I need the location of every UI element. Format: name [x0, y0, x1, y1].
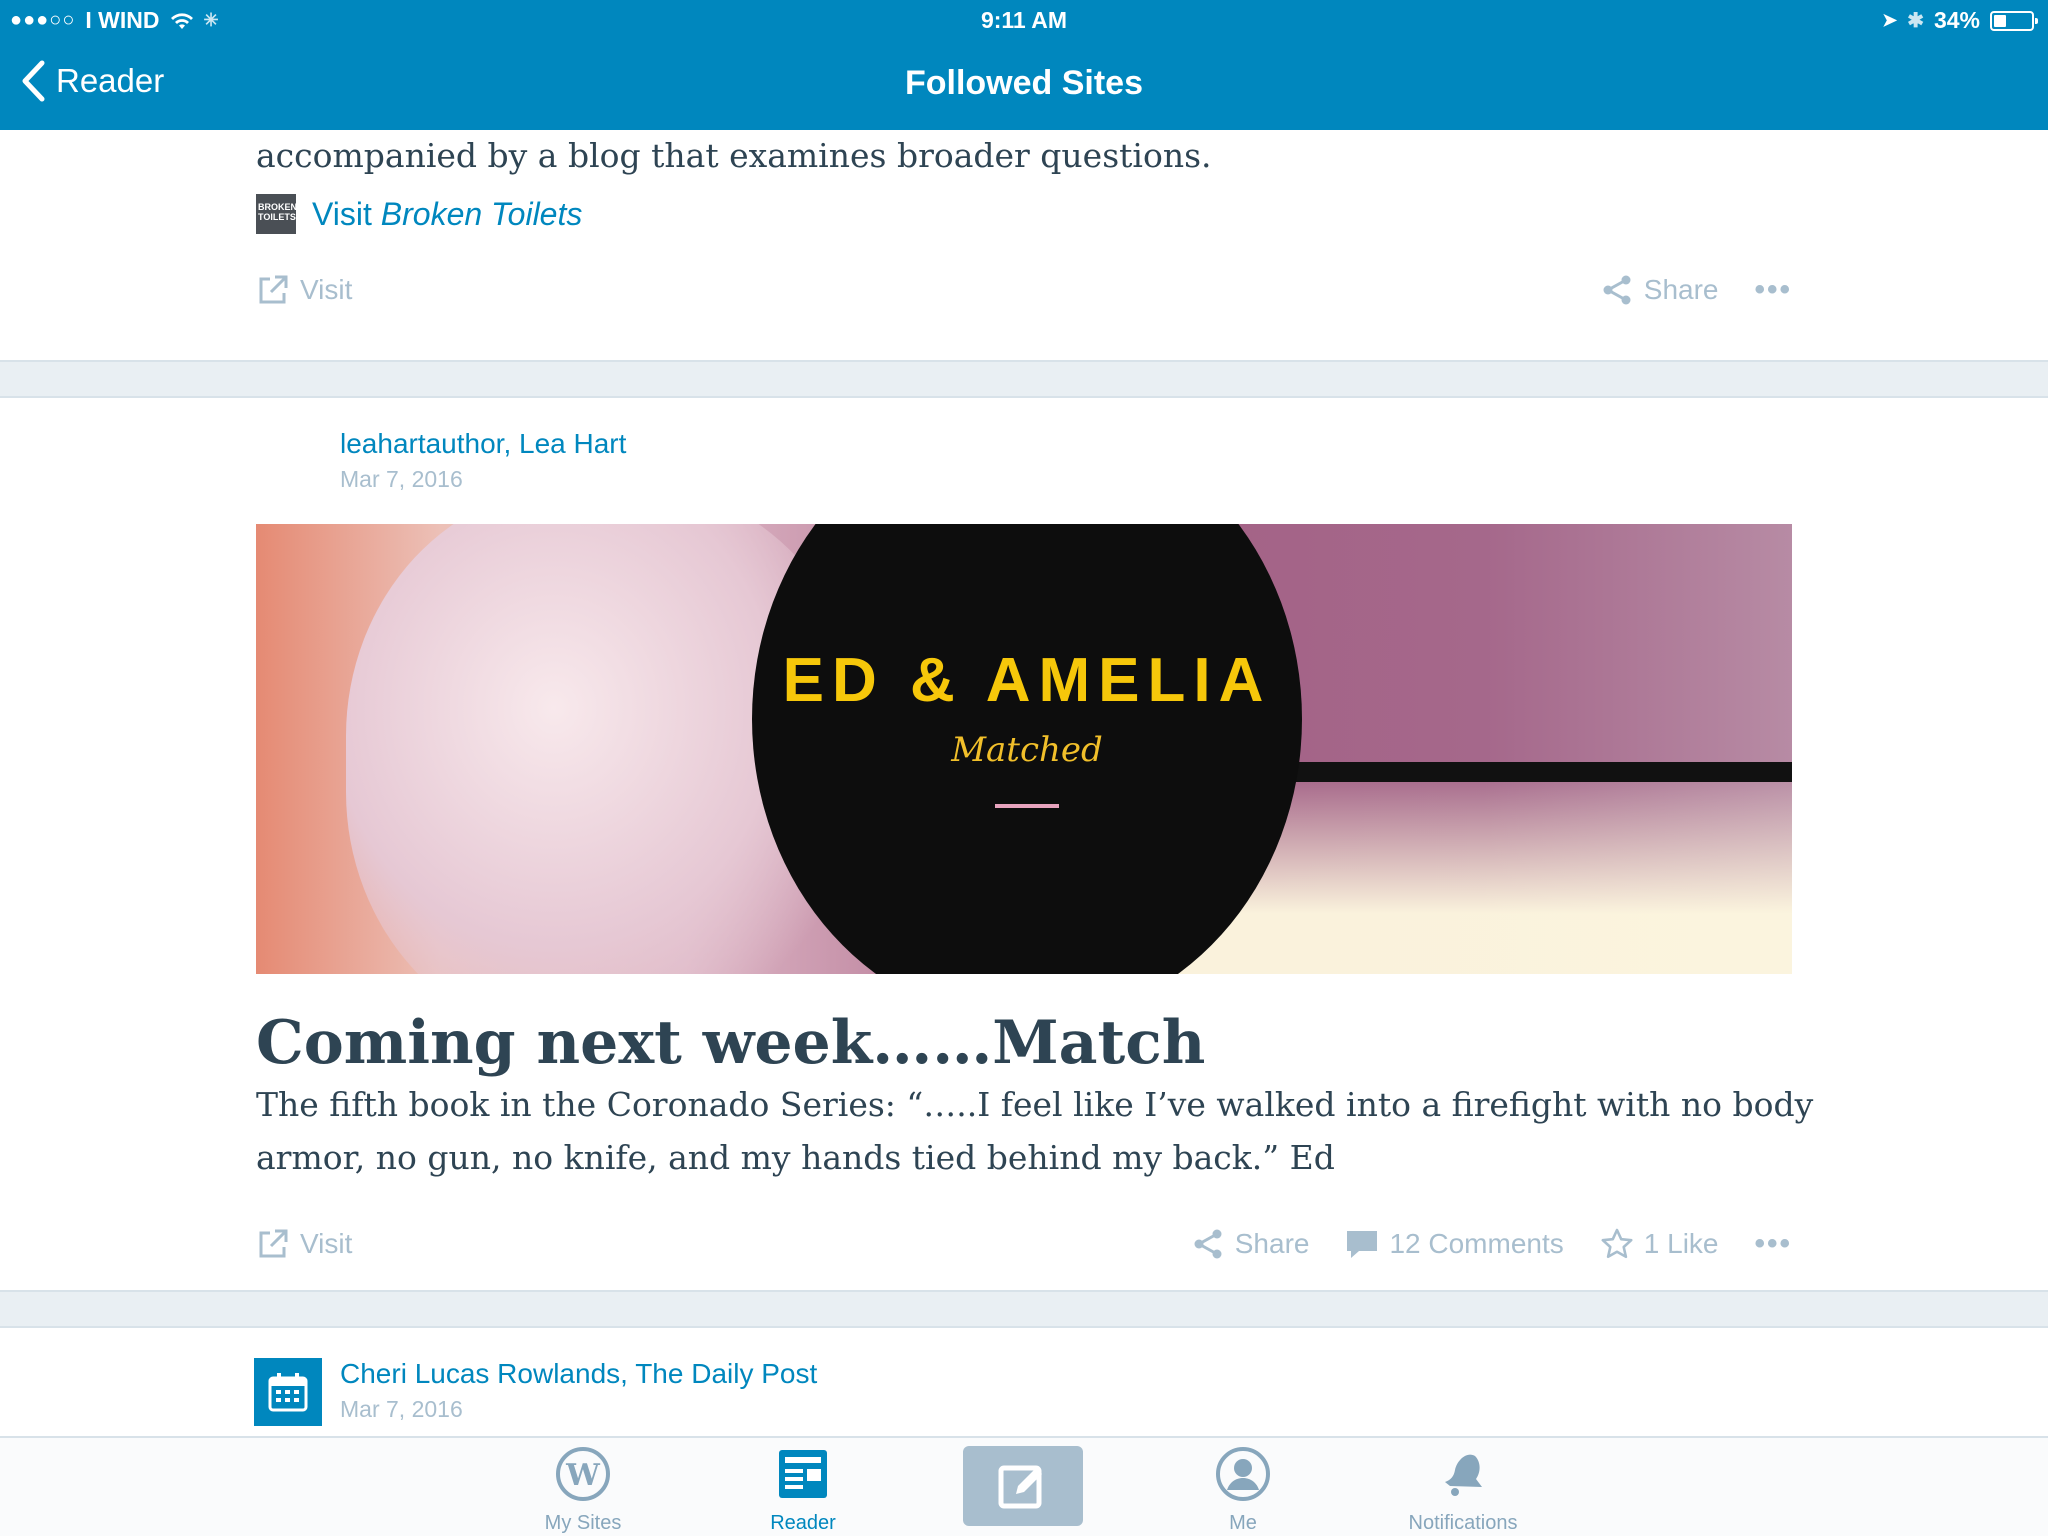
- share-icon: [1603, 275, 1631, 305]
- post-title[interactable]: Coming next week……Match: [256, 1008, 1205, 1078]
- wordpress-icon: W: [556, 1447, 610, 1501]
- visit-button[interactable]: Visit: [256, 273, 352, 307]
- image-divider: [995, 803, 1059, 808]
- bluetooth-icon: ✱: [1907, 10, 1924, 32]
- write-post-button[interactable]: [963, 1446, 1083, 1526]
- reader-icon: [779, 1450, 827, 1498]
- tab-me[interactable]: Me: [1163, 1446, 1323, 1535]
- share-icon: [1194, 1229, 1222, 1259]
- post-actions: Visit Share •••: [256, 270, 1792, 310]
- more-options-button[interactable]: •••: [1754, 273, 1792, 307]
- status-bar: ●●●○○ I WIND ✳ 9:11 AM ➤ ✱ 34%: [0, 0, 2048, 40]
- more-options-button[interactable]: •••: [1754, 1227, 1792, 1261]
- write-icon: [998, 1465, 1042, 1509]
- post-card: leahartauthor, Lea Hart Mar 7, 2016 ED &…: [0, 396, 2048, 1292]
- page-title: Followed Sites: [904, 64, 1144, 102]
- image-subtitle-text: Matched: [951, 729, 1103, 770]
- status-time: 9:11 AM: [980, 7, 1068, 33]
- location-icon: ➤: [1882, 10, 1898, 30]
- site-avatar: [254, 1358, 322, 1426]
- star-icon: [1601, 1228, 1633, 1259]
- image-badge: ED & AMELIA Matched: [752, 524, 1302, 974]
- tab-my-sites[interactable]: W My Sites: [503, 1446, 663, 1535]
- calendar-icon: [268, 1373, 308, 1412]
- post-actions: Visit Share 12 Comments 1 Like •••: [256, 1224, 1792, 1264]
- image-stripe: [1236, 762, 1792, 782]
- tab-bar: W My Sites Reader Me Notifications: [0, 1436, 2048, 1536]
- post-byline: Cheri Lucas Rowlands, The Daily Post Mar…: [340, 1358, 817, 1423]
- external-link-icon: [259, 1229, 288, 1258]
- post-date: Mar 7, 2016: [340, 466, 463, 492]
- battery-icon: [1990, 10, 2038, 31]
- post-excerpt: accompanied by a blog that examines broa…: [256, 136, 1212, 175]
- user-icon: [1216, 1447, 1270, 1501]
- post-author[interactable]: Cheri Lucas Rowlands, The Daily Post: [340, 1358, 817, 1390]
- post-card: accompanied by a blog that examines broa…: [0, 130, 2048, 362]
- svg-text:W: W: [565, 1458, 601, 1493]
- site-name: Broken Toilets: [380, 195, 583, 232]
- post-excerpt: The fifth book in the Coronado Series: “…: [256, 1085, 1814, 1177]
- visit-button[interactable]: Visit: [256, 1227, 352, 1261]
- site-thumbnail: BROKEN TOILETS: [256, 194, 296, 234]
- featured-image[interactable]: ED & AMELIA Matched: [256, 524, 1792, 974]
- status-right: ➤ ✱ 34%: [1882, 7, 2038, 34]
- bell-icon: [1445, 1454, 1482, 1496]
- nav-bar: Reader Followed Sites: [0, 40, 2048, 130]
- image-title-text: ED & AMELIA: [782, 645, 1272, 715]
- reader-feed[interactable]: accompanied by a blog that examines broa…: [0, 130, 2048, 1436]
- share-button[interactable]: Share: [1191, 1227, 1309, 1261]
- visit-site-link[interactable]: BROKEN TOILETS Visit Broken Toilets: [256, 194, 582, 234]
- post-author[interactable]: leahartauthor, Lea Hart: [340, 428, 626, 460]
- external-link-icon: [259, 275, 288, 304]
- post-card: Cheri Lucas Rowlands, The Daily Post Mar…: [0, 1326, 2048, 1436]
- comments-button[interactable]: 12 Comments: [1345, 1227, 1564, 1261]
- post-byline: leahartauthor, Lea Hart Mar 7, 2016: [340, 428, 626, 493]
- visit-site-text: Visit Broken Toilets: [312, 195, 583, 232]
- share-button[interactable]: Share: [1600, 273, 1718, 307]
- tab-notifications[interactable]: Notifications: [1383, 1446, 1543, 1535]
- battery-percent: 34%: [1933, 7, 1980, 33]
- comment-icon: [1347, 1231, 1378, 1258]
- post-date: Mar 7, 2016: [340, 1396, 463, 1422]
- tab-reader[interactable]: Reader: [723, 1446, 883, 1535]
- like-button[interactable]: 1 Like: [1600, 1227, 1718, 1261]
